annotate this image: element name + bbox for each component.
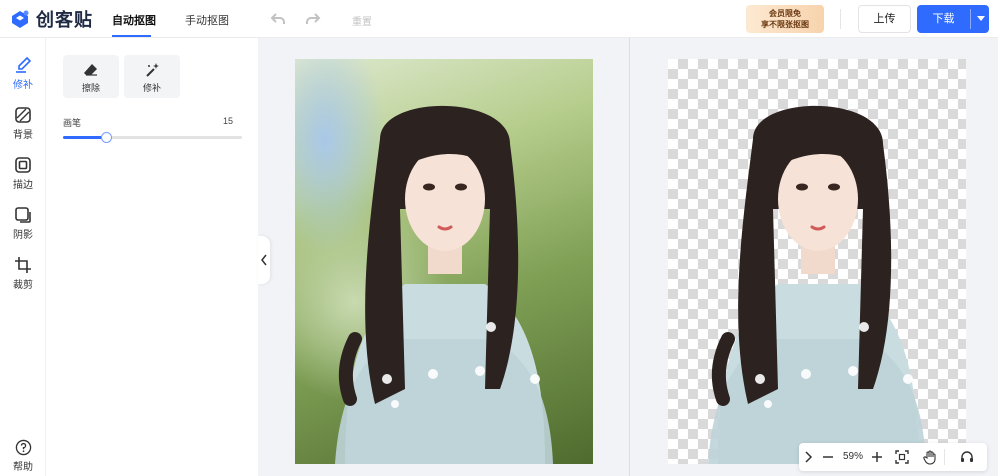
hand-pan-icon[interactable] [922, 449, 938, 465]
zoom-out-icon[interactable] [820, 449, 836, 465]
promo-line-2: 享不限张抠图 [761, 20, 809, 29]
fit-screen-icon[interactable] [894, 449, 910, 465]
outline-icon [15, 157, 31, 173]
brush-icon [16, 56, 32, 73]
slider-fill [63, 136, 106, 139]
sidebar-item-label: 修补 [13, 80, 33, 91]
active-tab-indicator [112, 35, 151, 37]
magic-brush-icon [146, 63, 159, 77]
promo-line-1: 会员限免 [769, 9, 801, 18]
download-split-divider [970, 9, 971, 29]
cutout-result-image [668, 59, 966, 464]
tool-panel: 擦除 修补 画笔 15 [47, 38, 258, 476]
crop-icon [15, 257, 31, 273]
left-sidebar: 修补 背景 描边 阴影 裁剪 [0, 38, 46, 476]
zoom-toolbar: 59% [799, 443, 987, 471]
undo-icon[interactable] [269, 10, 287, 28]
upload-button[interactable]: 上传 [858, 5, 911, 33]
background-icon [15, 107, 31, 123]
collapse-panel-button[interactable] [258, 236, 270, 284]
erase-button[interactable]: 擦除 [63, 55, 119, 98]
shadow-icon [15, 207, 31, 223]
brand-name: 创客贴 [36, 10, 93, 30]
reset-button[interactable]: 重置 [352, 13, 372, 28]
zoom-level: 59% [842, 451, 863, 462]
repair-button[interactable]: 修补 [124, 55, 180, 98]
headset-support-icon[interactable] [959, 449, 975, 465]
sidebar-item-label: 裁剪 [13, 280, 33, 291]
tab-manual-cutout[interactable]: 手动抠图 [185, 12, 229, 28]
sidebar-item-shadow[interactable]: 阴影 [0, 206, 46, 241]
redo-icon[interactable] [304, 10, 322, 28]
logo-icon [12, 10, 29, 28]
brush-size-value: 15 [223, 116, 234, 126]
sidebar-item-label: 描边 [13, 180, 33, 191]
top-bar: 创客贴 自动抠图 手动抠图 重置 会员限免 享不限张抠图 上传 下载 [0, 0, 998, 38]
zoom-in-icon[interactable] [869, 449, 885, 465]
sidebar-item-label: 背景 [13, 130, 33, 141]
download-label: 下载 [932, 13, 955, 25]
help-label: 帮助 [13, 462, 33, 473]
header-separator [840, 9, 841, 29]
chevron-right-icon[interactable] [800, 449, 816, 465]
original-image [295, 59, 593, 464]
help-icon [15, 439, 31, 456]
tab-auto-cutout[interactable]: 自动抠图 [112, 12, 156, 28]
logo[interactable]: 创客贴 [9, 7, 93, 31]
slider-thumb[interactable] [100, 132, 112, 143]
sidebar-item-repair[interactable]: 修补 [0, 56, 46, 91]
brush-size-label: 画笔 [63, 118, 82, 128]
portrait-figure [335, 105, 553, 464]
zoom-toolbar-separator [944, 449, 945, 465]
member-promo-badge[interactable]: 会员限免 享不限张抠图 [746, 5, 824, 33]
compare-divider [629, 38, 630, 476]
sidebar-item-label: 阴影 [13, 230, 33, 241]
sidebar-item-crop[interactable]: 裁剪 [0, 256, 46, 291]
erase-label: 擦除 [81, 83, 100, 93]
sidebar-item-outline[interactable]: 描边 [0, 156, 46, 191]
eraser-icon [84, 64, 97, 76]
help-button[interactable]: 帮助 [0, 439, 46, 473]
portrait-cutout-figure [708, 105, 926, 464]
sidebar-item-background[interactable]: 背景 [0, 106, 46, 141]
download-button[interactable]: 下载 [917, 5, 989, 33]
brush-size-slider[interactable] [63, 132, 242, 143]
repair-label: 修补 [142, 83, 161, 93]
chevron-down-icon[interactable] [977, 16, 985, 21]
chevron-left-icon [261, 254, 267, 266]
